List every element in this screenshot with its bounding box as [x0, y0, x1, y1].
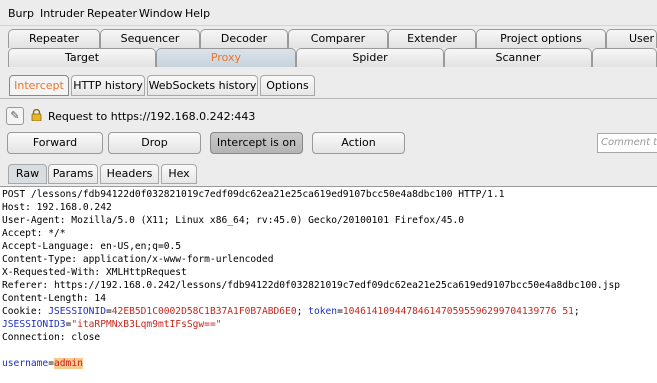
- menu-bar: Burp Intruder Repeater Window Help: [0, 0, 657, 26]
- subtab-websockets-history[interactable]: WebSockets history: [147, 75, 258, 96]
- tab-hex[interactable]: Hex: [161, 164, 197, 184]
- tab-sequencer[interactable]: Sequencer: [100, 29, 200, 48]
- action-button[interactable]: Action: [312, 132, 405, 154]
- cookie-value: 42EB5D1C0002D58C1B37A1F0B7ABD6E0: [111, 306, 297, 317]
- subtab-intercept[interactable]: Intercept: [9, 75, 69, 96]
- tab-spider[interactable]: Spider: [296, 48, 444, 67]
- subtab-http-history[interactable]: HTTP history: [71, 75, 145, 96]
- drop-button[interactable]: Drop: [108, 132, 201, 154]
- menu-repeater[interactable]: Repeater: [87, 7, 137, 20]
- tool-tabs: Repeater Sequencer Decoder Comparer Exte…: [0, 26, 657, 71]
- header-referer: Referer: https://192.168.0.242/lessons/f…: [2, 280, 621, 291]
- raw-request-editor[interactable]: POST /lessons/fdb94122d0f032821019c7edf0…: [0, 186, 657, 383]
- request-target-label: Request to https://192.168.0.242:443: [48, 110, 256, 123]
- edit-pencil-icon[interactable]: ✎: [6, 107, 24, 125]
- cookie-continuation: JSESSIONID3="itaRPMNxB3Lqm9mtIFsSgw==": [2, 319, 222, 330]
- tab-extender[interactable]: Extender: [388, 29, 476, 48]
- header-connection: Connection: close: [2, 332, 101, 343]
- request-body: username=admin: [2, 358, 83, 369]
- tab-user-options[interactable]: User: [606, 29, 657, 48]
- cookie-value: "itaRPMNxB3Lqm9mtIFsSgw==": [71, 319, 222, 330]
- header-x-requested-with: X-Requested-With: XMLHttpRequest: [2, 267, 187, 278]
- menu-help[interactable]: Help: [185, 7, 210, 20]
- tab-more[interactable]: [592, 48, 657, 67]
- tab-raw[interactable]: Raw: [8, 164, 47, 184]
- menu-window[interactable]: Window: [139, 7, 182, 20]
- tab-repeater[interactable]: Repeater: [8, 29, 100, 48]
- menu-intruder[interactable]: Intruder: [40, 7, 84, 20]
- cookie-label: Cookie:: [2, 306, 49, 317]
- cookie-name: JSESSIONID: [48, 306, 106, 317]
- tab-project-options[interactable]: Project options: [476, 29, 606, 48]
- menu-burp[interactable]: Burp: [8, 7, 34, 20]
- header-content-length: Content-Length: 14: [2, 293, 106, 304]
- tab-proxy[interactable]: Proxy: [156, 48, 296, 67]
- cookie-name: JSESSIONID3: [2, 319, 66, 330]
- request-line: POST /lessons/fdb94122d0f032821019c7edf0…: [2, 189, 505, 200]
- header-cookie: Cookie: JSESSIONID=42EB5D1C0002D58C1B37A…: [2, 306, 580, 317]
- header-host: Host: 192.168.0.242: [2, 202, 112, 213]
- lock-icon: [31, 109, 42, 121]
- tab-comparer[interactable]: Comparer: [288, 29, 388, 48]
- header-content-type: Content-Type: application/x-www-form-url…: [2, 254, 274, 265]
- tab-params[interactable]: Params: [48, 164, 98, 184]
- tab-scanner[interactable]: Scanner: [444, 48, 592, 67]
- cookie-name: token: [308, 306, 338, 317]
- header-user-agent: User-Agent: Mozilla/5.0 (X11; Linux x86_…: [2, 215, 465, 226]
- tab-target[interactable]: Target: [8, 48, 156, 67]
- cookie-value: 1046141094478461470595596299704139776 51: [342, 306, 574, 317]
- intercept-toggle-button[interactable]: Intercept is on: [210, 132, 303, 154]
- header-accept: Accept: */*: [2, 228, 66, 239]
- comment-input[interactable]: Comment this item: [597, 133, 657, 153]
- tab-headers[interactable]: Headers: [100, 164, 159, 184]
- header-accept-language: Accept-Language: en-US,en;q=0.5: [2, 241, 182, 252]
- forward-button[interactable]: Forward: [7, 132, 103, 154]
- tab-decoder[interactable]: Decoder: [200, 29, 288, 48]
- subtab-options[interactable]: Options: [260, 75, 315, 96]
- body-param-value: admin: [54, 358, 83, 369]
- body-param-name: username: [2, 358, 49, 369]
